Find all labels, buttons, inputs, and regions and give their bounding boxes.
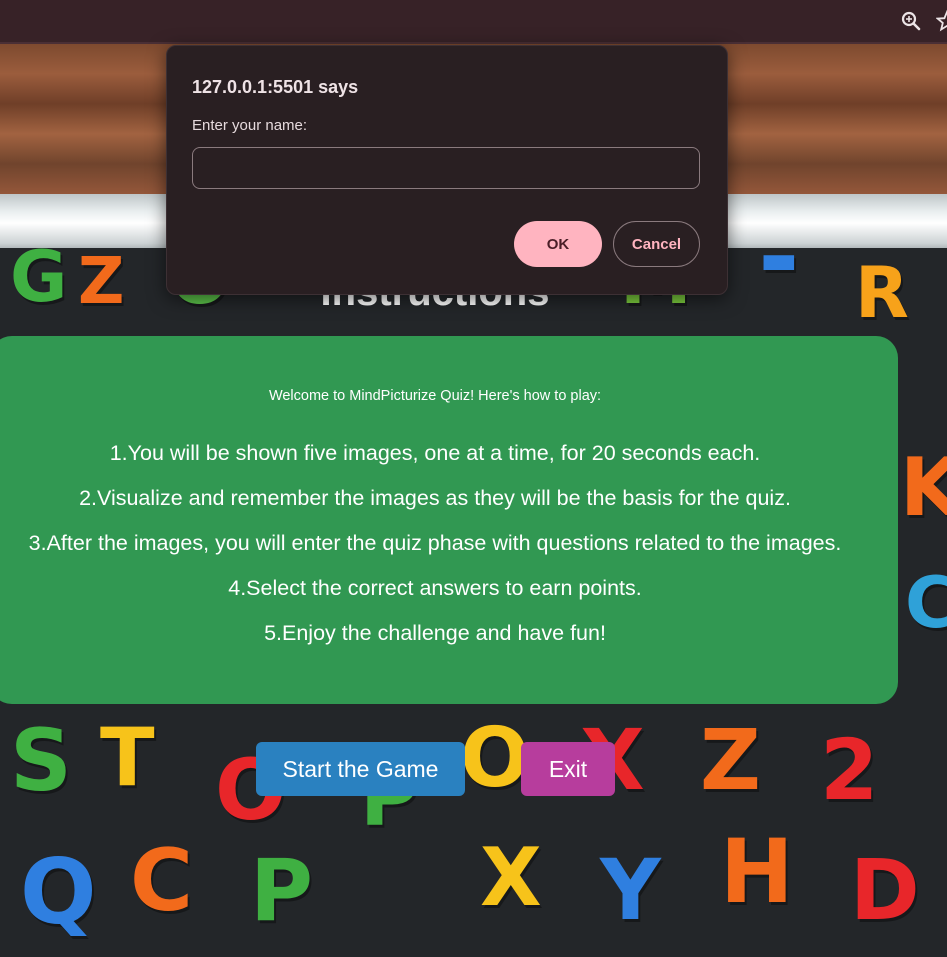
decor-letter: H [720,820,794,923]
decor-letter: Y [600,841,661,939]
instruction-step: 3.After the images, you will enter the q… [28,531,842,555]
start-game-button[interactable]: Start the Game [256,742,465,796]
instructions-intro: Welcome to MindPicturize Quiz! Here's ho… [268,388,602,404]
decor-letter: D [850,841,920,939]
instruction-step: 2.Visualize and remember the images as t… [79,486,791,510]
instruction-step: 4.Select the correct answers to earn poi… [228,576,642,600]
decor-letter: P [250,841,314,941]
decor-letter: O [460,711,530,806]
zoom-icon[interactable] [900,10,922,32]
name-input[interactable] [192,147,700,189]
instructions-panel: Welcome to MindPicturize Quiz! Here's ho… [0,336,898,704]
instructions-steps-list: 1.You will be shown five images, one at … [0,440,880,665]
decor-letter: 2 [820,721,879,819]
instruction-step: 1.You will be shown five images, one at … [109,441,761,465]
instruction-step: 5.Enjoy the challenge and have fun! [264,621,606,645]
cancel-button[interactable]: Cancel [613,221,700,267]
exit-button[interactable]: Exit [521,742,615,796]
decor-letter: Q [20,840,97,945]
decor-letter: C [905,562,947,644]
decor-letter: X [480,831,542,924]
decor-letter: T [100,711,155,804]
decor-letter: Z [700,711,761,809]
decor-letter: K [900,441,947,534]
dialog-title: 127.0.0.1:5501 says [192,77,359,97]
browser-toolbar [0,0,947,44]
decor-letter: C [130,831,194,931]
bookmark-star-icon[interactable] [935,9,947,32]
dialog-message: Enter your name: [192,117,308,134]
ok-button[interactable]: OK [514,221,602,267]
name-prompt-dialog: 127.0.0.1:5501 says Enter your name: OK … [166,45,728,295]
decor-letter: S [10,711,72,811]
